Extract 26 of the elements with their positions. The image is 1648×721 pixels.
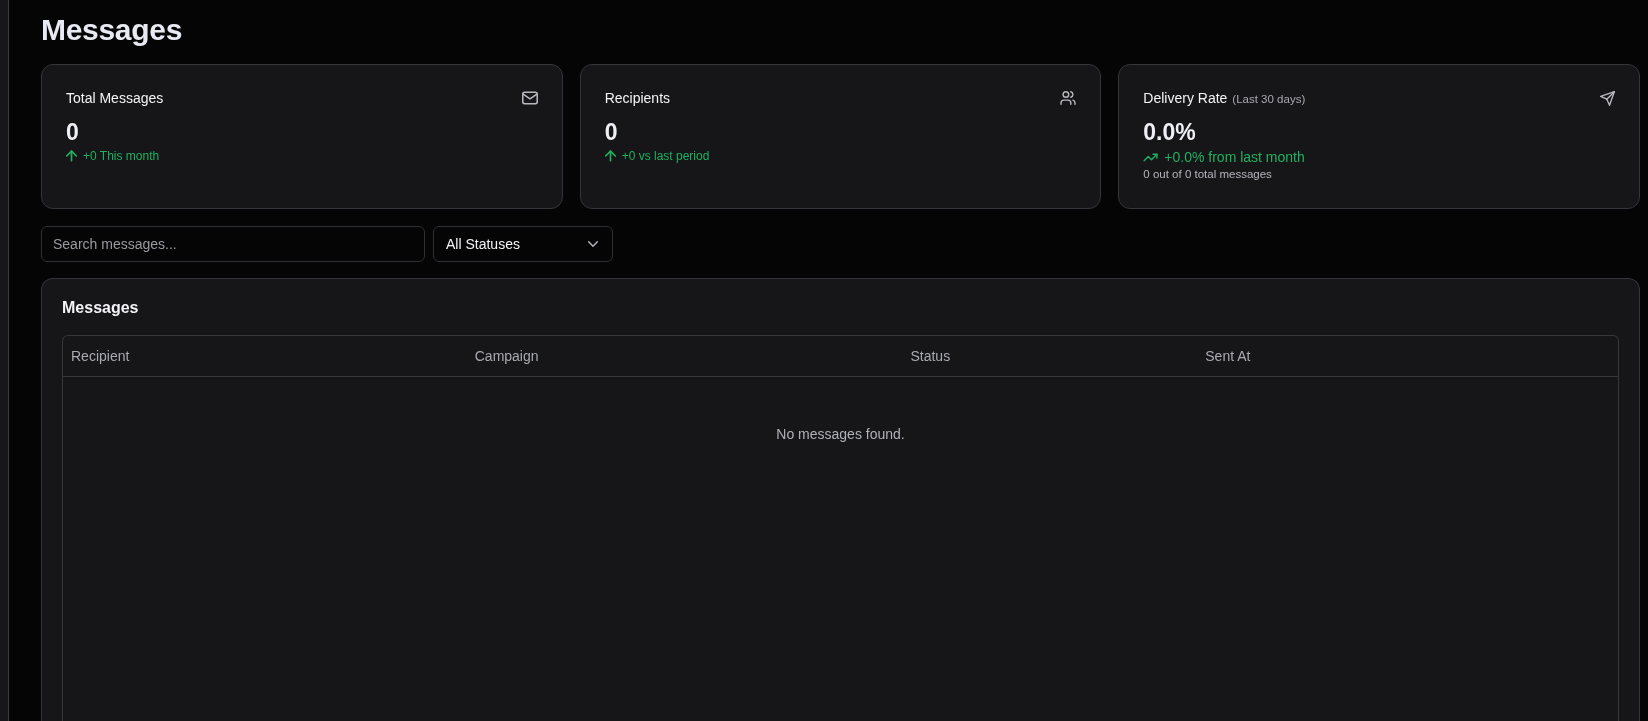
column-header: Campaign: [473, 348, 539, 364]
card-title: Delivery Rate: [1143, 90, 1228, 106]
period-label: (Last 30 days): [1232, 93, 1306, 105]
card-title: Recipients: [604, 90, 671, 106]
stat-note: 0 out of 0 total messages: [1143, 167, 1273, 182]
column-header: Recipient: [70, 348, 130, 364]
empty-state-text: No messages found.: [776, 425, 905, 444]
column-header: Status: [909, 348, 951, 364]
send-icon: [1600, 90, 1615, 106]
mail-icon: [521, 91, 538, 105]
arrow-up-icon: [66, 150, 77, 162]
column-header: Sent At: [1204, 348, 1251, 364]
table-title: Messages: [62, 298, 140, 318]
status-select[interactable]: All Statuses: [433, 226, 613, 262]
trend-text: +0 vs last period: [621, 149, 710, 163]
chevron-down-icon: [588, 241, 598, 247]
users-icon: [1060, 91, 1077, 105]
search-field[interactable]: Search messages...: [41, 226, 425, 262]
trending-up-icon: [1143, 152, 1159, 162]
trend-text: +0.0% from last month: [1164, 149, 1305, 165]
trend-text: +0 This month: [83, 149, 160, 163]
stat-value: 0.0%: [1143, 118, 1197, 147]
stat-value: 0: [66, 118, 80, 147]
stat-value: 0: [604, 118, 619, 147]
card-title: Total Messages: [66, 90, 164, 106]
page-title: Messages: [41, 12, 184, 48]
